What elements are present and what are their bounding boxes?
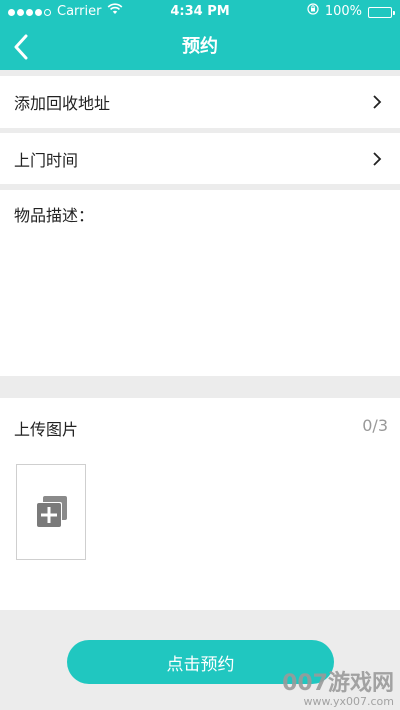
- top-bar: Carrier 4:34 PM 100% 预约: [0, 0, 400, 70]
- status-right: 100%: [307, 0, 395, 24]
- chevron-right-icon: [372, 95, 386, 109]
- description-area[interactable]: 物品描述：: [0, 190, 400, 376]
- upload-count: 0/3: [362, 416, 388, 435]
- description-label: 物品描述：: [14, 206, 95, 225]
- watermark-line1: 007游戏网: [282, 671, 394, 696]
- upload-section: 上传图片 0/3: [0, 398, 400, 610]
- battery-percent: 100%: [324, 4, 362, 19]
- add-image-button[interactable]: [16, 464, 86, 560]
- orientation-lock-icon: [307, 0, 319, 24]
- add-address-label: 添加回收地址: [14, 94, 111, 113]
- watermark: 007游戏网 www.yx007.com: [282, 672, 394, 708]
- status-bar: Carrier 4:34 PM 100%: [0, 0, 400, 24]
- add-image-icon: [36, 496, 67, 528]
- page-title: 预约: [182, 36, 218, 57]
- chevron-right-icon: [372, 151, 386, 166]
- battery-icon: [368, 6, 395, 18]
- upload-label: 上传图片: [14, 420, 79, 439]
- watermark-line2: www.yx007.com: [303, 695, 394, 708]
- navigation-bar: 预约: [0, 24, 400, 70]
- add-address-row[interactable]: 添加回收地址: [0, 76, 400, 128]
- visit-time-label: 上门时间: [14, 150, 79, 170]
- visit-time-row[interactable]: 上门时间: [0, 133, 400, 184]
